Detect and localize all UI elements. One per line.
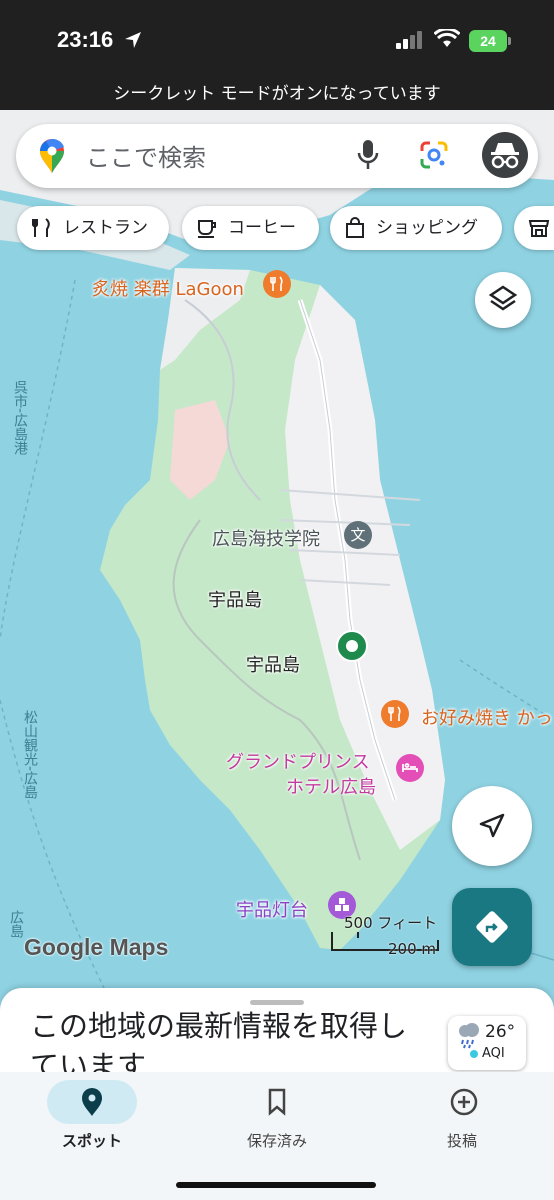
bookmark-icon (268, 1088, 286, 1116)
restaurant-pin-icon[interactable] (263, 270, 291, 298)
home-indicator (176, 1182, 376, 1188)
google-lens-icon[interactable] (418, 139, 450, 171)
location-pin-icon (82, 1088, 102, 1116)
poi-label-hotel-line2[interactable]: ホテル広島 (286, 773, 376, 799)
place-label-island-2: 宇品島 (246, 655, 300, 676)
incognito-avatar-icon[interactable] (482, 132, 528, 178)
park-pin-icon[interactable] (336, 630, 368, 662)
location-arrow-icon (125, 32, 141, 48)
rain-cloud-icon (459, 1023, 479, 1049)
store-icon (528, 220, 550, 237)
poi-label-lighthouse[interactable]: 宇品灯台 (236, 896, 308, 922)
microphone-icon[interactable] (356, 138, 380, 172)
chip-shopping[interactable]: ショッピング (330, 206, 502, 250)
chip-restaurant-label: レストラン (63, 218, 148, 238)
scale-meters: 200 m (388, 940, 437, 958)
cellular-signal-icon (396, 31, 422, 49)
bottom-navigation: スポット 保存済み 投稿 (0, 1072, 554, 1200)
map-route-label-matsuyama: 松山観光-広島 (22, 710, 38, 800)
add-circle-icon (450, 1088, 478, 1116)
nav-saved[interactable]: 保存済み (185, 1072, 369, 1172)
poi-label-school[interactable]: 広島海技学院 (212, 525, 320, 551)
chip-more[interactable] (514, 206, 554, 250)
nav-saved-label: 保存済み (246, 1132, 307, 1150)
poi-label-okonomiyaki[interactable]: お好み焼き かっ (421, 704, 553, 730)
incognito-banner: シークレット モードがオンになっています (0, 78, 554, 110)
school-pin-icon[interactable]: 文 (344, 521, 372, 549)
map-route-label-hiroshima: 広島 (8, 910, 24, 938)
sheet-drag-handle[interactable] (250, 1000, 304, 1005)
search-input[interactable]: ここで検索 (86, 138, 206, 173)
layers-button[interactable] (475, 272, 531, 328)
status-time: 23:16 (57, 27, 114, 52)
chip-restaurant[interactable]: レストラン (17, 206, 169, 250)
nav-explore-label: スポット (61, 1132, 122, 1150)
map-route-label-kure: 呉市-広島港 (12, 380, 28, 456)
google-maps-logo: Google Maps (24, 934, 169, 960)
nav-explore[interactable]: スポット (0, 1072, 184, 1172)
wifi-icon (434, 29, 460, 47)
poi-label-lagoon[interactable]: 炙焼 楽群 LaGoon (92, 275, 244, 301)
fork-knife-icon (32, 218, 50, 237)
chip-coffee[interactable]: コーヒー (182, 206, 319, 250)
nav-contribute[interactable]: 投稿 (370, 1072, 554, 1172)
navigation-arrow-icon (479, 813, 505, 838)
directions-icon (476, 911, 508, 943)
hotel-pin-icon[interactable] (396, 754, 424, 782)
poi-label-hotel-line1[interactable]: グランドプリンス (226, 748, 370, 774)
aqi-label: AQI (482, 1046, 505, 1061)
chip-shopping-label: ショッピング (376, 218, 478, 238)
restaurant-pin-icon-2[interactable] (381, 700, 409, 728)
shopping-bag-icon (346, 217, 364, 238)
place-label-island: 宇品島 (208, 590, 262, 611)
google-maps-pin-icon (40, 138, 64, 173)
battery-tip (508, 37, 511, 45)
nav-contribute-label: 投稿 (446, 1132, 477, 1150)
weather-chip[interactable]: 26° AQI (448, 1016, 526, 1070)
status-bar: 23:16 24 (0, 0, 554, 78)
chip-coffee-label: コーヒー (228, 218, 296, 238)
weather-temperature: 26° (485, 1022, 516, 1042)
directions-button[interactable] (452, 888, 532, 966)
layers-icon (488, 285, 518, 311)
coffee-cup-icon (198, 220, 216, 238)
aqi-dot (470, 1050, 478, 1058)
search-bar[interactable]: ここで検索 (16, 124, 538, 188)
my-location-button[interactable] (452, 786, 532, 866)
battery-indicator: 24 (469, 30, 507, 52)
